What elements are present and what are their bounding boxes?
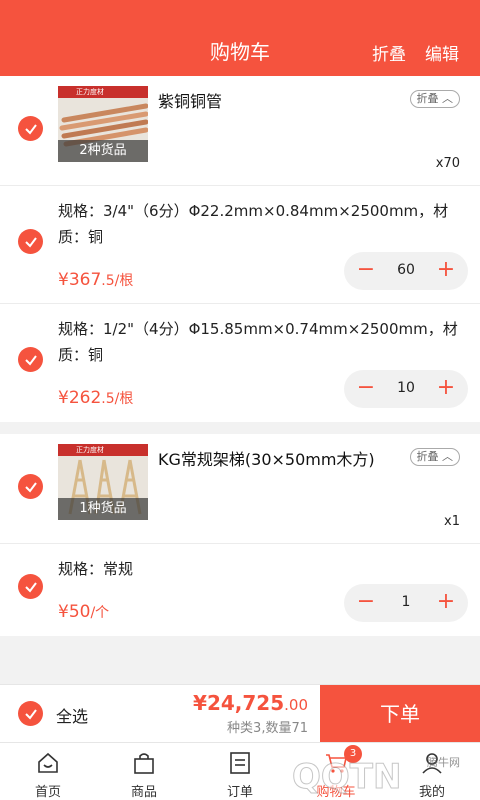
fold-toggle-button[interactable]: 折叠 ︿ xyxy=(409,90,460,108)
spec-text: 规格：3/4"（6分）Φ22.2mm×0.84mm×2500mm，材质：铜 xyxy=(58,202,449,246)
unit-price: ¥262.5/根 xyxy=(58,388,133,408)
spec-text: 规格：1/2"（4分）Φ15.85mm×0.74mm×2500mm，材质：铜 xyxy=(58,320,458,364)
product-name[interactable]: KG常规架梯(30×50mm木方) xyxy=(158,446,375,470)
goods-count-caption: 2种货品 xyxy=(58,140,148,162)
select-all-checkbox-icon[interactable] xyxy=(18,701,43,726)
plus-icon[interactable]: + xyxy=(434,591,458,615)
product-row: 正力度材 1种货品 KG常规架梯(30×50mm木方) 折叠 ︿ x1 xyxy=(0,434,480,544)
quantity-stepper: − 10 + xyxy=(344,370,468,408)
group-quantity: x1 xyxy=(444,514,460,529)
place-order-button[interactable]: 下单 xyxy=(320,685,480,743)
tab-label: 订单 xyxy=(226,785,253,800)
cart-list: 正力度材 2种货品 紫铜铜管 折叠 ︿ x70 规格：3/4"（6分）Φ22.2… xyxy=(0,76,480,636)
minus-icon[interactable]: − xyxy=(354,259,378,283)
kinds-summary: 种类3,数量71 xyxy=(227,721,308,736)
price-suffix: .5/根 xyxy=(101,391,134,407)
list-icon xyxy=(230,752,250,774)
header-bar: 购物车 折叠 编辑 xyxy=(0,0,480,76)
home-icon xyxy=(38,752,58,773)
spec-row: 规格：常规 ¥50/个 − 1 + xyxy=(0,544,480,636)
minus-icon[interactable]: − xyxy=(354,591,378,615)
cart-group: 正力度材 1种货品 KG常规架梯(30×50mm木方) 折叠 ︿ x1 规格：常… xyxy=(0,434,480,636)
tab-label: 首页 xyxy=(34,785,61,800)
checkbox-checked-icon[interactable] xyxy=(18,229,43,254)
product-thumbnail[interactable]: 正力度材 1种货品 xyxy=(58,444,148,520)
unit-price: ¥50/个 xyxy=(58,602,109,622)
tab-label: 商品 xyxy=(130,785,157,800)
quantity-value[interactable]: 60 xyxy=(380,262,432,278)
chevron-up-icon: ︿ xyxy=(442,450,453,463)
minus-icon[interactable]: − xyxy=(354,377,378,401)
price-main: ¥367 xyxy=(58,270,102,290)
quantity-stepper: − 1 + xyxy=(344,584,468,622)
fold-label: 折叠 xyxy=(416,92,439,105)
checkbox-checked-icon[interactable] xyxy=(18,116,43,141)
price-suffix: /个 xyxy=(90,605,110,621)
cart-group: 正力度材 2种货品 紫铜铜管 折叠 ︿ x70 规格：3/4"（6分）Φ22.2… xyxy=(0,76,480,422)
spec-row: 规格：1/2"（4分）Φ15.85mm×0.74mm×2500mm，材质：铜 ¥… xyxy=(0,304,480,422)
total-main: ¥24,725 xyxy=(193,691,285,715)
plus-icon[interactable]: + xyxy=(434,377,458,401)
quantity-value[interactable]: 1 xyxy=(380,594,432,610)
page-title: 购物车 xyxy=(210,40,270,64)
tab-home[interactable]: 首页 xyxy=(0,743,96,800)
fold-all-button[interactable]: 折叠 xyxy=(372,40,406,65)
total-price: ¥24,725.00 xyxy=(193,691,308,715)
goods-count-caption: 1种货品 xyxy=(58,498,148,520)
total-decimals: .00 xyxy=(284,696,308,714)
checkout-bar: 全选 ¥24,725.00 种类3,数量71 下单 xyxy=(0,684,480,743)
product-name[interactable]: 紫铜铜管 xyxy=(158,88,222,112)
tab-products[interactable]: 商品 xyxy=(96,743,192,800)
chevron-up-icon: ︿ xyxy=(442,92,453,105)
tab-orders[interactable]: 订单 xyxy=(192,743,288,800)
checkbox-checked-icon[interactable] xyxy=(18,574,43,599)
watermark-logo: QQTN xyxy=(292,757,402,797)
group-quantity: x70 xyxy=(435,156,460,171)
fold-toggle-button[interactable]: 折叠 ︿ xyxy=(409,448,460,466)
checkbox-checked-icon[interactable] xyxy=(18,347,43,372)
product-row: 正力度材 2种货品 紫铜铜管 折叠 ︿ x70 xyxy=(0,76,480,186)
checkbox-checked-icon[interactable] xyxy=(18,474,43,499)
price-suffix: .5/根 xyxy=(101,273,134,289)
product-thumbnail[interactable]: 正力度材 2种货品 xyxy=(58,86,148,162)
price-main: ¥50 xyxy=(58,602,91,622)
select-all-label[interactable]: 全选 xyxy=(56,703,88,727)
plus-icon[interactable]: + xyxy=(434,259,458,283)
spec-row: 规格：3/4"（6分）Φ22.2mm×0.84mm×2500mm，材质：铜 ¥3… xyxy=(0,186,480,304)
watermark-logo-text: QQTN xyxy=(292,757,401,796)
bag-icon xyxy=(134,753,154,774)
unit-price: ¥367.5/根 xyxy=(58,270,133,290)
spec-text: 规格：常规 xyxy=(58,560,134,578)
edit-button[interactable]: 编辑 xyxy=(425,40,459,65)
fold-label: 折叠 xyxy=(416,450,439,463)
price-main: ¥262 xyxy=(58,388,102,408)
quantity-value[interactable]: 10 xyxy=(380,380,432,396)
quantity-stepper: − 60 + xyxy=(344,252,468,290)
